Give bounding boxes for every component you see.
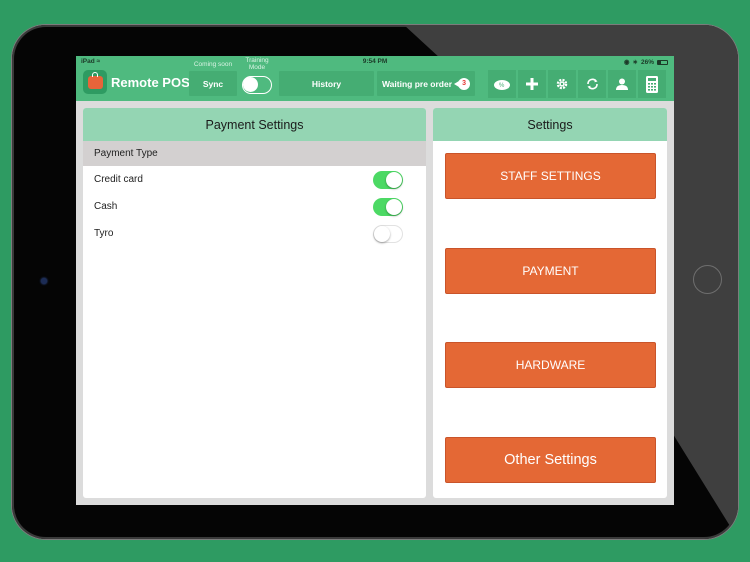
cash-toggle[interactable] — [373, 197, 403, 216]
payment-type-label: Credit card — [94, 174, 143, 185]
hardware-button[interactable]: HARDWARE — [445, 342, 656, 388]
bluetooth-icon: ∗ — [632, 59, 638, 66]
staff-settings-button[interactable]: STAFF SETTINGS — [445, 153, 656, 199]
user-icon — [616, 78, 628, 90]
payment-type-row: Tyro — [83, 220, 426, 247]
status-time: 9:54 PM — [362, 58, 388, 65]
settings-title: Settings — [433, 108, 667, 141]
user-button[interactable] — [608, 70, 636, 98]
refresh-button[interactable] — [578, 70, 606, 98]
other-settings-button[interactable]: Other Settings — [445, 437, 656, 483]
settings-panel: Settings STAFF SETTINGS PAYMENT HARDWARE… — [433, 108, 667, 498]
tyro-toggle[interactable] — [373, 224, 403, 243]
training-mode-toggle[interactable] — [242, 76, 272, 94]
waiting-pre-order-button[interactable]: Waiting pre order 3 — [377, 71, 475, 96]
discount-button[interactable]: % — [488, 70, 516, 98]
sync-caption: Coming soon — [193, 61, 233, 68]
payment-type-row: Credit card — [83, 166, 426, 193]
sync-button[interactable]: Sync — [189, 71, 237, 96]
status-bar: iPad ≈ 9:54 PM ◉ ∗ 26% — [76, 56, 674, 68]
plus-icon — [526, 78, 538, 90]
payment-type-label: Tyro — [94, 228, 114, 239]
status-right: ◉ ∗ 26% — [624, 58, 668, 66]
orientation-lock-icon: ◉ — [623, 59, 630, 66]
calculator-icon — [646, 75, 658, 93]
payment-type-row: Cash — [83, 193, 426, 220]
payment-settings-panel: Payment Settings Payment Type Credit car… — [83, 108, 426, 498]
settings-button[interactable] — [548, 70, 576, 98]
svg-text:%: % — [499, 83, 505, 89]
app-title: Remote POS — [111, 75, 190, 90]
battery-percent: 26% — [640, 58, 654, 66]
battery-icon — [657, 59, 668, 65]
pre-order-count-badge: 3 — [454, 77, 471, 90]
add-button[interactable] — [518, 70, 546, 98]
top-bar: Remote POS Coming soon Sync Training Mod… — [76, 57, 674, 101]
refresh-icon — [586, 78, 598, 90]
payment-type-header: Payment Type — [83, 141, 426, 166]
payment-type-label: Cash — [94, 201, 118, 212]
calculator-button[interactable] — [638, 70, 666, 98]
credit-card-toggle[interactable] — [373, 170, 403, 189]
payment-button[interactable]: PAYMENT — [445, 248, 656, 294]
discount-icon: % — [494, 80, 510, 90]
home-button[interactable] — [693, 265, 722, 294]
screen: iPad ≈ 9:54 PM ◉ ∗ 26% Remote POS Coming… — [76, 56, 674, 505]
history-button[interactable]: History — [279, 71, 374, 96]
waiting-pre-order-label: Waiting pre order — [381, 78, 453, 89]
payment-settings-title: Payment Settings — [83, 108, 426, 141]
shopping-bag-icon — [83, 70, 107, 94]
training-mode-caption: Training Mode — [245, 57, 269, 71]
front-camera — [41, 278, 47, 284]
gear-icon — [556, 78, 568, 90]
